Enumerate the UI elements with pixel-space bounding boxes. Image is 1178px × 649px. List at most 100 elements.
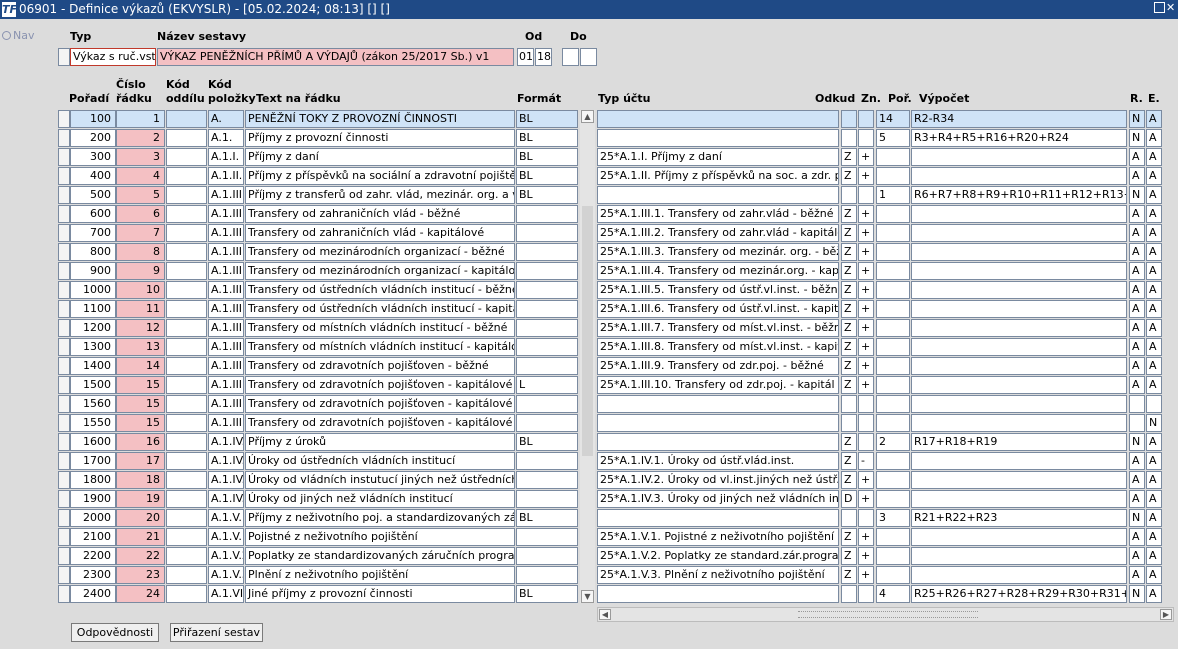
cell-format[interactable]: BL (516, 167, 578, 185)
cell-r[interactable]: A (1129, 566, 1145, 584)
cell-vypocet[interactable] (911, 300, 1127, 318)
cell-poradi[interactable]: 500 (70, 186, 116, 204)
cell-odkud[interactable]: Z (841, 376, 857, 394)
cell-format[interactable] (516, 566, 578, 584)
cell-por[interactable] (876, 281, 910, 299)
cell-zn[interactable]: + (858, 167, 874, 185)
cell-polozka[interactable]: A.1.III. (208, 186, 244, 204)
cell-r[interactable]: A (1129, 357, 1145, 375)
row-selector[interactable] (58, 376, 70, 394)
cell-vypocet[interactable] (911, 376, 1127, 394)
cell-poradi[interactable]: 2100 (70, 528, 116, 546)
cell-poradi[interactable]: 1100 (70, 300, 116, 318)
cell-e[interactable]: A (1146, 528, 1162, 546)
row-selector[interactable] (58, 243, 70, 261)
cell-vypocet[interactable]: R3+R4+R5+R16+R20+R24 (911, 129, 1127, 147)
cell-poradi[interactable]: 700 (70, 224, 116, 242)
cell-poradi[interactable]: 1700 (70, 452, 116, 470)
cell-text[interactable]: Poplatky ze standardizovaných záručních … (245, 547, 515, 565)
cell-oddil[interactable] (166, 471, 207, 489)
cell-r[interactable]: A (1129, 319, 1145, 337)
cell-por[interactable] (876, 205, 910, 223)
cell-cislo[interactable]: 3 (116, 148, 165, 166)
cell-e[interactable]: A (1146, 585, 1162, 603)
cell-zn[interactable] (858, 509, 874, 527)
cell-oddil[interactable] (166, 547, 207, 565)
cell-typ-uctu[interactable] (597, 414, 839, 432)
horizontal-scrollbar[interactable]: ◀ ▶ (597, 607, 1174, 622)
cell-typ-uctu[interactable]: 25*A.1.V.3. Plnění z neživotního pojiště… (597, 566, 839, 584)
cell-typ-uctu[interactable]: 25*A.1.III.6. Transfery od ústř.vl.inst.… (597, 300, 839, 318)
cell-oddil[interactable] (166, 452, 207, 470)
cell-poradi[interactable]: 2200 (70, 547, 116, 565)
cell-cislo[interactable]: 17 (116, 452, 165, 470)
cell-polozka[interactable]: A.1.III.5 (208, 281, 244, 299)
cell-vypocet[interactable] (911, 262, 1127, 280)
row-selector[interactable] (58, 186, 70, 204)
row-selector[interactable] (58, 319, 70, 337)
cell-por[interactable] (876, 148, 910, 166)
table-row[interactable]: 300 3 A.1.I. Příjmy z daní BL 25*A.1.I. Příjm… (58, 148, 1178, 167)
cell-polozka[interactable]: A.1.III.8 (208, 338, 244, 356)
cell-text[interactable]: Příjmy z daní (245, 148, 515, 166)
cell-cislo[interactable]: 12 (116, 319, 165, 337)
cell-vypocet[interactable] (911, 338, 1127, 356)
cell-poradi[interactable]: 2400 (70, 585, 116, 603)
cell-poradi[interactable]: 200 (70, 129, 116, 147)
cell-vypocet[interactable] (911, 357, 1127, 375)
scroll-up-icon[interactable]: ▲ (581, 110, 594, 123)
cell-polozka[interactable]: A.1.IV. (208, 433, 244, 451)
hscrollbar-thumb[interactable] (798, 611, 978, 618)
cell-por[interactable]: 4 (876, 585, 910, 603)
cell-cislo[interactable]: 14 (116, 357, 165, 375)
table-row[interactable]: 190019 A.1.IV.3Úroky od jiných než vládní… (58, 490, 1178, 509)
cell-poradi[interactable]: 2300 (70, 566, 116, 584)
cell-odkud[interactable]: Z (841, 547, 857, 565)
cell-e[interactable]: A (1146, 110, 1162, 128)
cell-por[interactable] (876, 528, 910, 546)
cell-polozka[interactable]: A.1.III.7 (208, 319, 244, 337)
cell-por[interactable] (876, 566, 910, 584)
row-selector[interactable] (58, 547, 70, 565)
cell-e[interactable]: A (1146, 243, 1162, 261)
table-row[interactable]: 9009 A.1.III.4Transfery od mezinárodních … (58, 262, 1178, 281)
cell-r[interactable]: A (1129, 262, 1145, 280)
cell-e[interactable]: A (1146, 433, 1162, 451)
cell-zn[interactable]: + (858, 300, 874, 318)
cell-format[interactable] (516, 243, 578, 261)
table-row[interactable]: 155015 A.1.III.10Transfery od zdravotních… (58, 414, 1178, 433)
cell-polozka[interactable]: A.1.IV.3 (208, 490, 244, 508)
cell-polozka[interactable]: A.1.III.10 (208, 414, 244, 432)
cell-polozka[interactable]: A. (208, 110, 244, 128)
cell-e[interactable]: A (1146, 452, 1162, 470)
cell-vypocet[interactable] (911, 148, 1127, 166)
cell-oddil[interactable] (166, 566, 207, 584)
row-selector[interactable] (58, 471, 70, 489)
cell-e[interactable]: A (1146, 281, 1162, 299)
cell-r[interactable]: A (1129, 281, 1145, 299)
nazev-sestavy-field[interactable]: VÝKAZ PENĚŽNÍCH PŘÍMŮ A VÝDAJŮ (zákon 25… (157, 48, 514, 66)
table-row[interactable]: 200 2 A.1. Příjmy z provozní činnosti BL 5 R3+… (58, 129, 1178, 148)
cell-text[interactable]: Příjmy z transferů od zahr. vlád, meziná… (245, 186, 515, 204)
cell-r[interactable]: A (1129, 471, 1145, 489)
table-row[interactable]: 2000 20 A.1.V. Příjmy z neživotního poj. a … (58, 509, 1178, 528)
cell-format[interactable] (516, 547, 578, 565)
cell-typ-uctu[interactable] (597, 433, 839, 451)
cell-por[interactable] (876, 262, 910, 280)
table-row[interactable]: 140014 A.1.III.9Transfery od zdravotních … (58, 357, 1178, 376)
table-row[interactable]: 220022 A.1.V.2.Poplatky ze standardizovan… (58, 547, 1178, 566)
cell-vypocet[interactable] (911, 471, 1127, 489)
do-day-field[interactable] (562, 48, 579, 66)
cell-por[interactable] (876, 490, 910, 508)
scroll-left-icon[interactable]: ◀ (599, 609, 611, 620)
row-selector[interactable] (58, 205, 70, 223)
cell-typ-uctu[interactable]: 25*A.1.III.5. Transfery od ústř.vl.inst.… (597, 281, 839, 299)
table-row[interactable]: 230023 A.1.V.3.Plnění z neživotního pojiš… (58, 566, 1178, 585)
cell-polozka[interactable]: A.1.III.1 (208, 205, 244, 223)
cell-format[interactable] (516, 471, 578, 489)
cell-odkud[interactable]: Z (841, 566, 857, 584)
cell-typ-uctu[interactable]: 25*A.1.III.8. Transfery od míst.vl.inst.… (597, 338, 839, 356)
cell-r[interactable]: A (1129, 300, 1145, 318)
cell-e[interactable] (1146, 395, 1162, 413)
cell-odkud[interactable]: Z (841, 281, 857, 299)
